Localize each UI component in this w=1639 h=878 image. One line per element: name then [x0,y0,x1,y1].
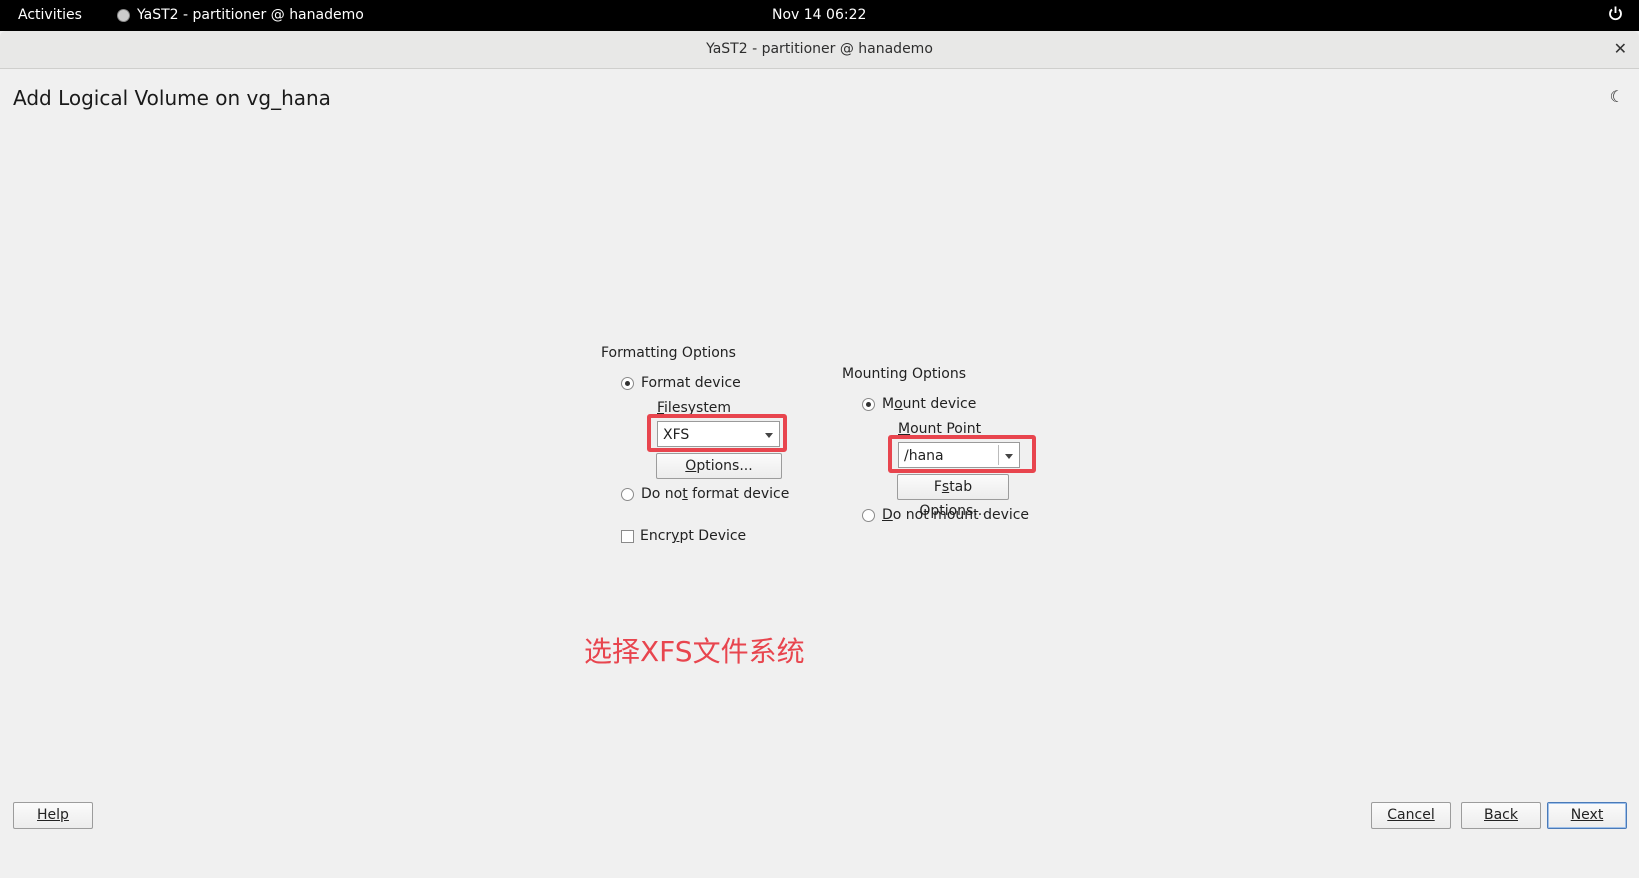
fstab-options-button[interactable]: Fstab Options... [897,474,1009,519]
do-not-format-radio[interactable] [621,488,634,501]
page-title: Add Logical Volume on vg_hana [13,86,331,110]
back-button[interactable]: Back [1461,802,1541,829]
options-button[interactable]: Options... [656,453,782,479]
cancel-button[interactable]: Cancel [1371,802,1451,829]
window-title: YaST2 - partitioner @ hanademo [706,41,933,57]
clock[interactable]: Nov 14 06:22 [772,7,866,23]
formatting-options-label: Formatting Options [601,345,736,361]
encrypt-device-checkbox[interactable] [621,530,634,543]
app-menu[interactable]: YaST2 - partitioner @ hanademo [117,7,364,23]
mounting-options-label: Mounting Options [842,366,966,382]
encrypt-device-label: Encrypt Device [640,528,747,544]
power-icon[interactable] [1608,5,1623,25]
activities-button[interactable]: Activities [18,7,82,23]
close-icon[interactable]: ✕ [1614,39,1627,58]
dialog-content: Add Logical Volume on vg_hana ☾ Formatti… [0,69,1639,878]
yast-app-icon [117,8,130,22]
window-titlebar: YaST2 - partitioner @ hanademo ✕ [0,31,1639,69]
do-not-mount-label: Do not mount device [882,507,1030,523]
app-menu-label: YaST2 - partitioner @ hanademo [137,7,364,23]
annotation-text: 选择XFS文件系统 [584,635,805,668]
theme-toggle-icon[interactable]: ☾ [1610,87,1624,106]
mount-device-label: Mount device [882,396,977,412]
highlight-mount-point [888,435,1036,473]
gnome-top-bar: Activities YaST2 - partitioner @ hanadem… [0,0,1639,31]
highlight-filesystem [647,414,787,452]
next-button[interactable]: Next [1547,802,1627,829]
do-not-mount-radio[interactable] [862,509,875,522]
format-device-radio[interactable] [621,377,634,390]
help-button[interactable]: Help [13,802,93,829]
format-device-label: Format device [641,375,741,391]
do-not-format-label: Do not format device [641,486,790,502]
mount-device-radio[interactable] [862,398,875,411]
